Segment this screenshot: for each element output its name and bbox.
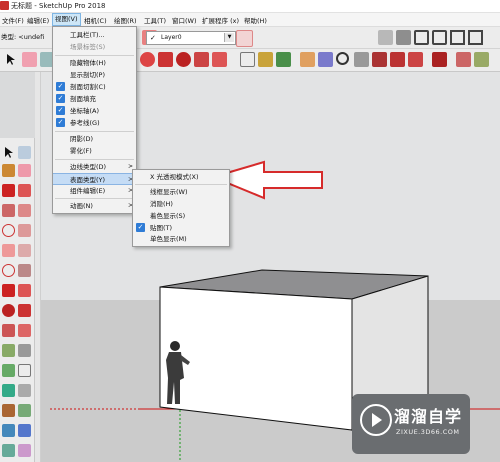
menu-item-wireframe[interactable]: 线框显示(W): [133, 186, 229, 198]
menu-item-section-fill[interactable]: ✓ 剖面填充: [53, 93, 136, 105]
menu-item-face-style[interactable]: 表面类型(Y) >: [53, 173, 136, 185]
figure-head: [170, 341, 180, 351]
menu-item-axes[interactable]: ✓ 坐标轴(A): [53, 105, 136, 117]
menu-item-fog[interactable]: 雾化(F): [53, 145, 136, 157]
view-menu: 工具栏(T)... 场景标签(S) 隐藏物体(H) 显示剖切(P) ✓ 剖面切割(…: [52, 26, 137, 214]
box-front-face[interactable]: [159, 286, 353, 431]
menu-item-guides[interactable]: ✓ 参考线(G): [53, 117, 136, 129]
menu-separator: [55, 198, 134, 199]
check-icon: ✓: [136, 223, 145, 232]
watermark-title: 溜溜自学: [394, 407, 463, 426]
menu-item-scene-tabs: 场景标签(S): [70, 43, 106, 51]
menu-item-shaded[interactable]: 着色显示(S): [133, 210, 229, 222]
menu-item-hidden-line[interactable]: 消隐(H): [133, 198, 229, 210]
menu-item-hidden-geometry[interactable]: 隐藏物体(H): [53, 57, 136, 69]
menu-item-shadows[interactable]: 阴影(D): [53, 133, 136, 145]
check-icon: ✓: [56, 82, 65, 91]
menu-item-monochrome[interactable]: 单色显示(M): [133, 233, 229, 245]
face-style-submenu: X 光透视模式(X) 线框显示(W) 消隐(H) 着色显示(S) ✓ 贴图(T) …: [132, 169, 230, 247]
menu-item-section-planes[interactable]: 显示剖切(P): [53, 69, 136, 81]
menu-item-toolbars[interactable]: 工具栏(T)...: [53, 29, 136, 41]
menu-item-section-cuts[interactable]: ✓ 剖面切割(C): [53, 81, 136, 93]
check-icon: ✓: [56, 106, 65, 115]
play-logo-icon: [360, 404, 392, 436]
menu-separator: [55, 131, 134, 132]
check-icon: ✓: [56, 118, 65, 127]
check-icon: ✓: [56, 94, 65, 103]
menu-separator: [55, 159, 134, 160]
menu-item-edge-style[interactable]: 边线类型(D) >: [53, 161, 136, 173]
menu-separator: [55, 55, 134, 56]
watermark-badge: 溜溜自学 ZIXUE.3D66.COM: [352, 394, 470, 454]
menu-item-animation[interactable]: 动画(N) >: [53, 200, 136, 212]
menu-separator: [135, 184, 227, 185]
watermark-url: ZIXUE.3D66.COM: [396, 428, 460, 436]
menu-item-x-ray[interactable]: X 光透视模式(X): [133, 171, 229, 183]
menu-item-component-edit[interactable]: 组件编辑(E) >: [53, 185, 136, 197]
